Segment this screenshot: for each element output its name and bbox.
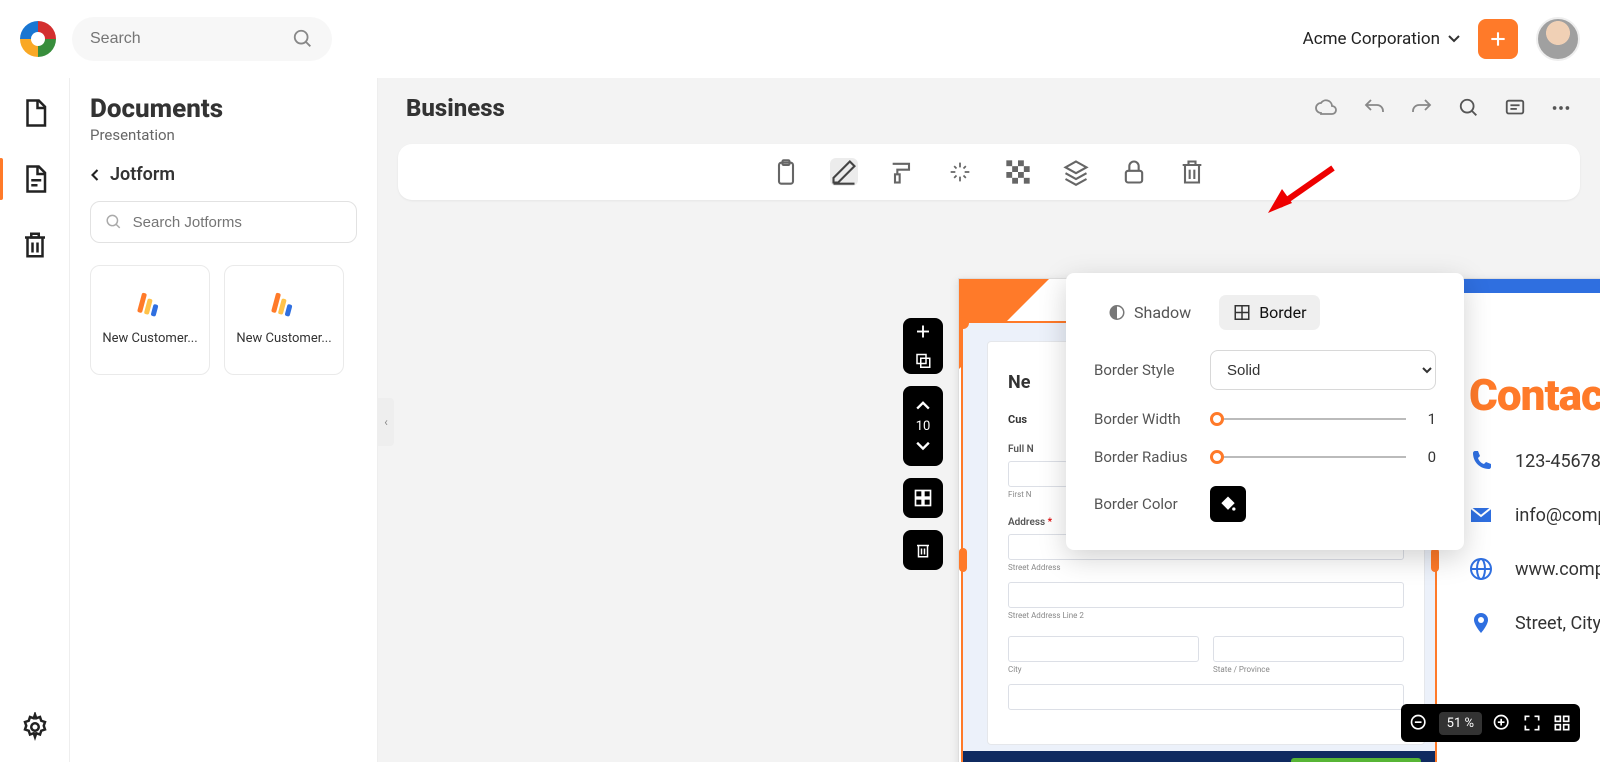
breadcrumb[interactable]: Jotform	[90, 164, 357, 185]
search-icon[interactable]	[1458, 97, 1480, 119]
object-toolbar	[398, 144, 1580, 200]
undo-icon[interactable]	[1362, 96, 1386, 120]
zoom-out-icon[interactable]	[1409, 704, 1429, 742]
border-icon	[1233, 303, 1251, 322]
phone-icon	[1469, 449, 1493, 473]
grid-view-button[interactable]	[903, 478, 943, 518]
label-border-width: Border Width	[1094, 410, 1210, 428]
layers-tool[interactable]	[1062, 158, 1090, 186]
border-color-button[interactable]	[1210, 486, 1246, 522]
redo-icon[interactable]	[1410, 96, 1434, 120]
jotform-icon	[271, 292, 298, 319]
side-panel: Documents Presentation Jotform New Custo…	[70, 78, 378, 762]
jotform-search[interactable]	[90, 201, 357, 243]
grid-icon[interactable]	[1552, 704, 1572, 742]
jotform-icon	[137, 292, 164, 319]
border-tool[interactable]	[830, 158, 858, 186]
tab-border[interactable]: Border	[1219, 295, 1320, 330]
opacity-tool[interactable]	[1004, 158, 1032, 186]
cloud-sync-icon[interactable]	[1314, 96, 1338, 120]
global-search-input[interactable]	[90, 30, 270, 48]
delete-slide-button[interactable]	[903, 530, 943, 570]
duplicate-slide-icon[interactable]	[914, 347, 932, 374]
border-style-select[interactable]: Solid	[1210, 350, 1436, 390]
card-label: New Customer...	[236, 331, 331, 346]
border-radius-slider[interactable]: 0	[1210, 448, 1436, 466]
document-title: Business	[406, 94, 505, 122]
label-border-color: Border Color	[1094, 495, 1210, 513]
search-icon	[292, 28, 314, 50]
zoom-in-icon[interactable]	[1492, 704, 1512, 742]
resize-handle-w[interactable]	[959, 548, 967, 572]
more-icon[interactable]	[1550, 97, 1572, 119]
zoom-bar: 51 %	[1401, 704, 1580, 742]
email-icon	[1469, 503, 1493, 527]
chevron-left-icon	[90, 168, 100, 182]
jotform-search-input[interactable]	[133, 214, 342, 231]
paint-tool[interactable]	[888, 158, 916, 186]
global-search[interactable]	[72, 17, 332, 61]
app-logo	[20, 21, 56, 57]
left-rail	[0, 78, 70, 762]
shadow-icon	[1108, 303, 1126, 322]
resize-handle-nw[interactable]	[958, 317, 969, 329]
plus-icon	[1488, 19, 1508, 59]
jotform-card[interactable]: New Customer...	[224, 265, 344, 375]
panel-subtitle: Presentation	[90, 126, 357, 144]
delete-tool[interactable]	[1178, 158, 1206, 186]
globe-icon	[1469, 557, 1493, 581]
border-width-slider[interactable]: 1	[1210, 410, 1436, 428]
effects-tool[interactable]	[946, 158, 974, 186]
rail-document-icon[interactable]	[20, 164, 50, 194]
label-border-style: Border Style	[1094, 361, 1210, 379]
lock-tool[interactable]	[1120, 158, 1148, 186]
rail-trash-icon[interactable]	[20, 230, 50, 260]
prev-slide-icon[interactable]	[916, 394, 930, 419]
create-button[interactable]	[1478, 19, 1518, 59]
collapse-sidepanel[interactable]: ‹	[378, 398, 394, 446]
add-slide-icon[interactable]	[914, 318, 932, 345]
canvas-area: ‹ Business	[378, 78, 1600, 762]
jotform-footer: Jotform Now create your own Jotform - It…	[963, 751, 1435, 762]
border-popover: Shadow Border Border Style Solid Border …	[1066, 273, 1464, 550]
rail-file-icon[interactable]	[20, 98, 50, 128]
jotform-card[interactable]: New Customer...	[90, 265, 210, 375]
jotform-logo-icon	[977, 751, 991, 762]
annotation-arrow	[1268, 163, 1338, 213]
zoom-value[interactable]: 51 %	[1439, 712, 1482, 735]
clipboard-tool[interactable]	[772, 158, 800, 186]
location-icon	[1469, 611, 1493, 635]
label-border-radius: Border Radius	[1094, 448, 1210, 466]
next-slide-icon[interactable]	[916, 434, 930, 459]
fullscreen-icon[interactable]	[1522, 704, 1542, 742]
panel-title: Documents	[90, 94, 357, 124]
slide-float-tools: 10	[903, 318, 943, 570]
card-label: New Customer...	[102, 331, 197, 346]
jotform-cta: Create your own Jotform	[1291, 758, 1421, 762]
page-number: 10	[916, 419, 931, 434]
slide-heading: Contact Us	[1469, 369, 1600, 421]
chevron-down-icon	[1448, 35, 1460, 43]
search-icon	[105, 212, 123, 232]
user-avatar[interactable]	[1536, 17, 1580, 61]
contact-list: 123-4567890 info@companyemail.com www.co…	[1469, 449, 1600, 635]
tab-shadow[interactable]: Shadow	[1094, 295, 1205, 330]
top-bar: Acme Corporation	[0, 0, 1600, 78]
org-dropdown[interactable]: Acme Corporation	[1303, 29, 1460, 49]
resize-handle-e[interactable]	[1431, 548, 1439, 572]
rail-settings-icon[interactable]	[20, 712, 50, 742]
fill-icon	[1218, 486, 1238, 522]
comment-icon[interactable]	[1504, 97, 1526, 119]
